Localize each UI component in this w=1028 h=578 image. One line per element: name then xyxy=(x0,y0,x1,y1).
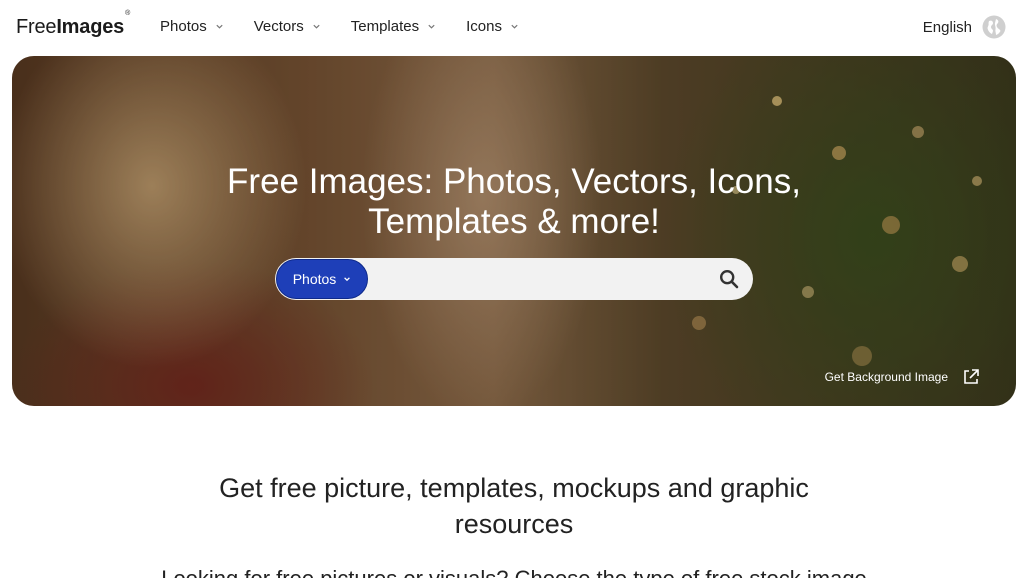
nav-item-vectors[interactable]: Vectors xyxy=(254,18,321,35)
chevron-down-icon xyxy=(428,24,435,29)
section-heading-text: Get free picture, templates, mockups and… xyxy=(219,473,809,539)
search-type-dropdown[interactable]: Photos xyxy=(276,259,368,299)
search-icon[interactable] xyxy=(719,269,739,289)
site-header: FreeImages® Photos Vectors Templates Ico… xyxy=(0,0,1028,56)
section-heading: Get free picture, templates, mockups and… xyxy=(0,470,1028,542)
language-selector[interactable]: English xyxy=(923,15,1006,39)
bokeh-light xyxy=(802,286,814,298)
search-bar: Photos xyxy=(275,258,753,300)
logo-text-bold: Images xyxy=(56,16,125,38)
nav-item-icons[interactable]: Icons xyxy=(466,18,519,35)
chevron-down-icon xyxy=(511,24,518,29)
intro-paragraph: Looking for free pictures or visuals? Ch… xyxy=(0,566,1028,578)
external-link-icon xyxy=(964,369,979,384)
bokeh-light xyxy=(832,146,846,160)
chevron-down-icon xyxy=(216,24,223,29)
search-type-label: Photos xyxy=(292,271,337,287)
hero-title-line2: Templates & more! xyxy=(368,202,660,241)
logo-mark: ® xyxy=(125,10,131,18)
logo[interactable]: FreeImages® xyxy=(16,10,130,39)
bokeh-light xyxy=(692,316,706,330)
bokeh-light xyxy=(912,126,924,138)
get-background-link[interactable]: Get Background Image xyxy=(825,368,980,386)
hero-banner: Free Images: Photos, Vectors, Icons, Tem… xyxy=(12,56,1016,406)
bokeh-light xyxy=(852,346,872,366)
hero-title-line1: Free Images: Photos, Vectors, Icons, xyxy=(227,162,801,201)
nav-item-label: Templates xyxy=(350,18,420,35)
nav-item-templates[interactable]: Templates xyxy=(351,18,436,35)
logo-text-light: Free xyxy=(16,16,57,38)
get-background-label: Get Background Image xyxy=(824,370,948,384)
globe-icon xyxy=(982,15,1006,39)
hero-title: Free Images: Photos, Vectors, Icons, Tem… xyxy=(12,162,1016,242)
main-nav: Photos Vectors Templates Icons xyxy=(160,18,549,35)
search-input[interactable] xyxy=(375,258,705,300)
nav-item-label: Icons xyxy=(466,18,502,35)
chevron-down-icon xyxy=(344,277,351,282)
nav-item-photos[interactable]: Photos xyxy=(160,18,224,35)
language-label: English xyxy=(922,18,972,36)
chevron-down-icon xyxy=(313,24,320,29)
nav-item-label: Vectors xyxy=(253,18,304,35)
bokeh-light xyxy=(772,96,782,106)
bokeh-light xyxy=(952,256,968,272)
nav-item-label: Photos xyxy=(160,18,207,35)
